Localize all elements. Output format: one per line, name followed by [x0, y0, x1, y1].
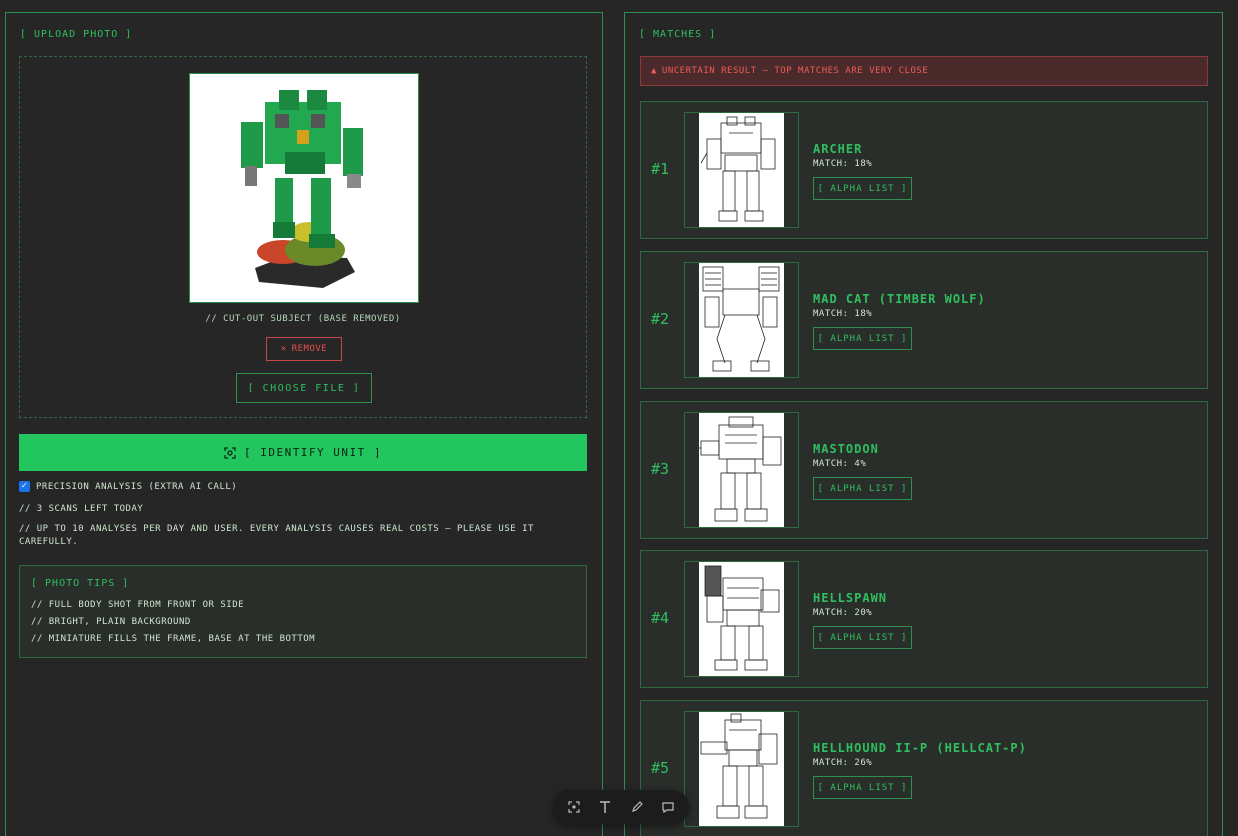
match-unit-name: ARCHER	[813, 142, 863, 156]
upload-dropzone[interactable]: // CUT-OUT SUBJECT (BASE REMOVED) ✕ REMO…	[19, 56, 587, 418]
match-rank: #4	[651, 609, 670, 627]
photo-tips-title: [ PHOTO TIPS ]	[31, 578, 130, 589]
match-percentage: MATCH: 18%	[813, 309, 873, 319]
usage-limit-line-2: CAREFULLY.	[19, 537, 79, 547]
alpha-list-button[interactable]: [ ALPHA LIST ]	[813, 626, 912, 649]
match-unit-name: MASTODON	[813, 442, 879, 456]
usage-limit-note: // UP TO 10 ANALYSES PER DAY AND USER. E…	[19, 523, 534, 549]
scans-left-note: // 3 SCANS LEFT TODAY	[19, 504, 144, 514]
identify-label: [ IDENTIFY UNIT ]	[243, 446, 383, 459]
match-rank: #1	[651, 160, 670, 178]
mech-lineart-image	[702, 266, 780, 372]
upload-panel: [ UPLOAD PHOTO ] // CUT-OUT SUBJECT (BAS…	[5, 12, 603, 836]
close-icon: ✕	[280, 344, 287, 354]
alpha-list-button[interactable]: [ ALPHA LIST ]	[813, 327, 912, 350]
match-percentage: MATCH: 26%	[813, 758, 873, 768]
precision-checkbox[interactable]: ✓	[19, 481, 30, 492]
mech-lineart-image	[700, 713, 778, 819]
choose-file-button[interactable]: [ CHOOSE FILE ]	[236, 373, 372, 403]
tip-item: // FULL BODY SHOT FROM FRONT OR SIDE	[31, 600, 245, 610]
usage-limit-line-1: // UP TO 10 ANALYSES PER DAY AND USER. E…	[19, 524, 534, 534]
alpha-list-button[interactable]: [ ALPHA LIST ]	[813, 477, 912, 500]
match-card: #5 HELLHOUND II-P (HELLCAT-P) MATCH: 26%…	[640, 700, 1208, 836]
tip-item: // BRIGHT, PLAIN BACKGROUND	[31, 617, 191, 627]
match-card: #2 MAD CAT (TIMBER WOLF) MATCH: 18% [ AL…	[640, 251, 1208, 389]
uncertain-result-warning: ▲ UNCERTAIN RESULT – TOP MATCHES ARE VER…	[640, 56, 1208, 86]
comment-icon[interactable]	[658, 797, 678, 817]
match-thumbnail	[684, 412, 799, 528]
remove-label: REMOVE	[291, 344, 328, 354]
match-percentage: MATCH: 18%	[813, 159, 873, 169]
match-card: #3 MASTODON MATCH: 4% [ ALPHA LIST ]	[640, 401, 1208, 539]
scan-icon	[224, 446, 236, 459]
match-unit-name: MAD CAT (TIMBER WOLF)	[813, 292, 986, 306]
matches-panel-title: [ MATCHES ]	[639, 29, 717, 40]
preview-caption: // CUT-OUT SUBJECT (BASE REMOVED)	[205, 314, 401, 324]
match-unit-name: HELLHOUND II-P (HELLCAT-P)	[813, 741, 1027, 755]
match-card: #1 ARCHER MATCH: 18% [ ALPHA LIST ]	[640, 101, 1208, 239]
match-rank: #3	[651, 460, 670, 478]
remove-photo-button[interactable]: ✕ REMOVE	[266, 337, 342, 361]
pen-icon[interactable]	[627, 797, 647, 817]
identify-unit-button[interactable]: [ IDENTIFY UNIT ]	[19, 434, 587, 471]
floating-toolbar	[553, 790, 689, 824]
match-percentage: MATCH: 20%	[813, 608, 873, 618]
match-thumbnail	[684, 112, 799, 228]
photo-tips-box: [ PHOTO TIPS ] // FULL BODY SHOT FROM FR…	[19, 565, 587, 658]
mech-lineart-image	[699, 416, 782, 522]
mech-lineart-image	[704, 565, 780, 671]
text-icon[interactable]	[595, 797, 615, 817]
match-thumbnail	[684, 262, 799, 378]
match-card: #4 HELLSPAWN MATCH: 20% [ ALPHA LIST ]	[640, 550, 1208, 688]
matches-panel: [ MATCHES ] ▲ UNCERTAIN RESULT – TOP MAT…	[624, 12, 1223, 836]
match-thumbnail	[684, 561, 799, 677]
tip-item: // MINIATURE FILLS THE FRAME, BASE AT TH…	[31, 634, 316, 644]
mech-miniature-image	[241, 90, 363, 288]
select-icon[interactable]	[564, 797, 584, 817]
upload-panel-title: [ UPLOAD PHOTO ]	[20, 29, 133, 40]
match-rank: #5	[651, 759, 670, 777]
match-rank: #2	[651, 310, 670, 328]
warning-triangle-icon: ▲	[651, 66, 657, 76]
match-thumbnail	[684, 711, 799, 827]
alpha-list-button[interactable]: [ ALPHA LIST ]	[813, 177, 912, 200]
warning-text: UNCERTAIN RESULT – TOP MATCHES ARE VERY …	[661, 66, 929, 76]
photo-preview	[189, 73, 419, 303]
precision-analysis-option: ✓ PRECISION ANALYSIS (EXTRA AI CALL)	[19, 481, 237, 492]
alpha-list-button[interactable]: [ ALPHA LIST ]	[813, 776, 912, 799]
precision-label: PRECISION ANALYSIS (EXTRA AI CALL)	[36, 481, 238, 492]
match-unit-name: HELLSPAWN	[813, 591, 888, 605]
match-percentage: MATCH: 4%	[813, 459, 867, 469]
mech-lineart-image	[700, 116, 776, 222]
